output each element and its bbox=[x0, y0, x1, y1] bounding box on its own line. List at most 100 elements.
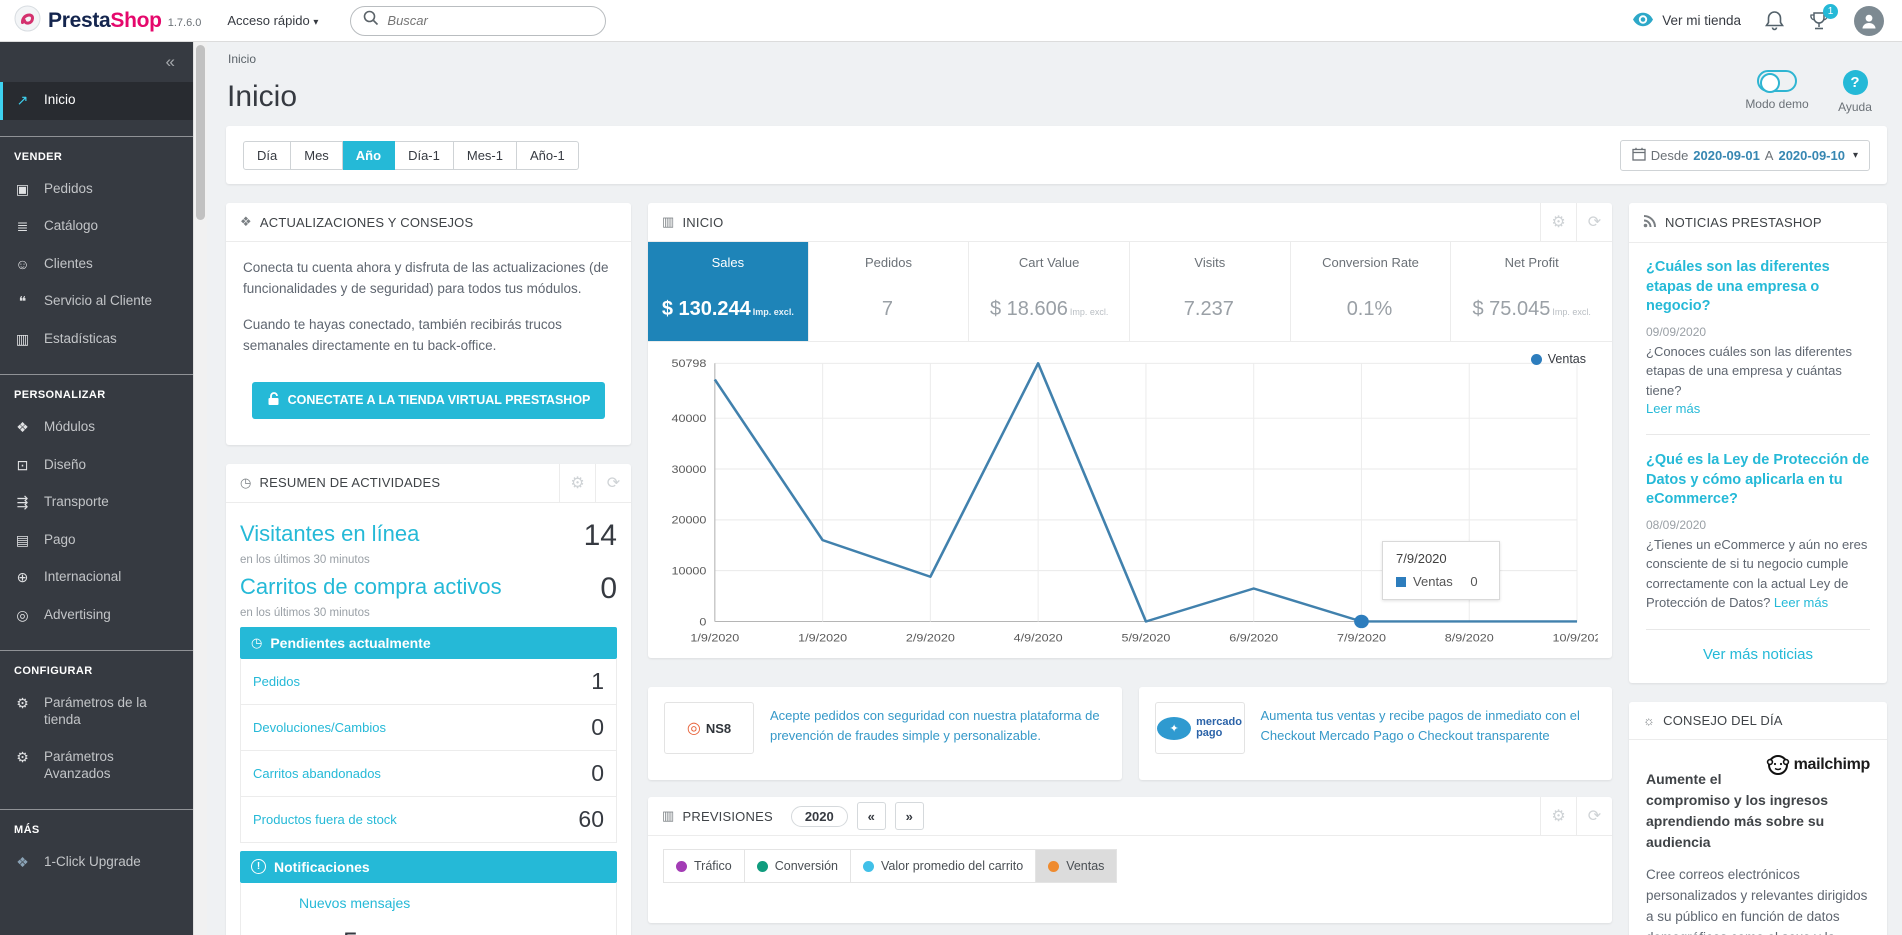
section-title: VENDER bbox=[14, 150, 63, 163]
sidebar-item-advertising[interactable]: ◎ Advertising bbox=[0, 597, 193, 635]
more-news-link[interactable]: Ver más noticias bbox=[1646, 646, 1870, 663]
svg-text:6/9/2020: 6/9/2020 bbox=[1229, 631, 1278, 644]
article-title[interactable]: ¿Qué es la Ley de Protección de Datos y … bbox=[1646, 451, 1870, 510]
sidebar-collapse-button[interactable]: « bbox=[0, 48, 193, 82]
help-button[interactable]: ? Ayuda bbox=[1823, 70, 1887, 114]
search-bar[interactable] bbox=[350, 5, 607, 36]
person-icon: ☺ bbox=[15, 255, 30, 272]
refresh-icon[interactable]: ⟳ bbox=[1576, 797, 1612, 835]
svg-text:40000: 40000 bbox=[671, 412, 706, 425]
previous-year-button[interactable]: « bbox=[856, 802, 886, 830]
sidebar-item-servicio-al-cliente[interactable]: ❝ Servicio al Cliente bbox=[0, 283, 193, 321]
sidebar-item-parametros-tienda[interactable]: ⚙ Parámetros de la tienda bbox=[0, 685, 193, 739]
activity-summary-card: ◷ RESUMEN DE ACTIVIDADES ⚙ ⟳ Visitantes e… bbox=[226, 463, 631, 935]
metric-label[interactable]: Visitantes en línea bbox=[240, 521, 419, 547]
row-link[interactable]: Productos fuera de stock bbox=[253, 812, 397, 827]
notifications-bell-button[interactable] bbox=[1765, 10, 1784, 31]
svg-text:2/9/2020: 2/9/2020 bbox=[906, 631, 955, 644]
ns8-banner-link[interactable]: Acepte pedidos con seguridad con nuestra… bbox=[770, 706, 1106, 746]
article-title[interactable]: ¿Cuáles son las diferentes etapas de una… bbox=[1646, 258, 1870, 317]
achievements-trophy-button[interactable]: 1 bbox=[1808, 3, 1838, 32]
row-value: 0 bbox=[591, 713, 604, 740]
refresh-icon[interactable]: ⟳ bbox=[595, 463, 631, 502]
search-input[interactable] bbox=[387, 13, 594, 28]
chat-bubble-icon: ❝ bbox=[18, 293, 27, 309]
kpi-tab-conversion-rate[interactable]: Conversion Rate 0.1% bbox=[1291, 242, 1452, 341]
read-more-link[interactable]: Leer más bbox=[1646, 401, 1700, 416]
refresh-icon[interactable]: ⟳ bbox=[1576, 203, 1612, 241]
monitor-icon: ⊡ bbox=[16, 456, 29, 473]
sidebar-item-catalogo[interactable]: ≣ Catálogo bbox=[0, 208, 193, 246]
sidebar-item-estadisticas[interactable]: ▥ Estadísticas bbox=[0, 321, 193, 359]
gear-icon[interactable]: ⚙ bbox=[1540, 797, 1576, 835]
sidebar-scrollbar[interactable] bbox=[193, 42, 207, 935]
sidebar-item-1-click-upgrade[interactable]: ❖ 1-Click Upgrade bbox=[0, 844, 193, 882]
ns8-logo: ◎ NS8 bbox=[664, 702, 754, 754]
sidebar-item-pago[interactable]: ▤ Pago bbox=[0, 522, 193, 560]
chart-tooltip: 7/9/2020 Ventas 0 bbox=[1382, 541, 1501, 601]
pending-row-pedidos: Pedidos 1 bbox=[241, 659, 616, 704]
gear-icon[interactable]: ⚙ bbox=[559, 463, 595, 502]
date-range-selector[interactable]: Desde 2020-09-01 A 2020-09-10 ▾ bbox=[1619, 139, 1870, 171]
svg-text:8/9/2020: 8/9/2020 bbox=[1445, 631, 1494, 644]
legend-tab-ventas[interactable]: Ventas bbox=[1036, 850, 1117, 882]
notifications-header: ! Notificaciones bbox=[240, 850, 617, 883]
rss-icon bbox=[1643, 214, 1657, 231]
forecast-legend-tabs: Tráfico Conversión Valor promedio del ca… bbox=[663, 849, 1118, 883]
section-title: MÁS bbox=[14, 823, 40, 836]
section-title: PERSONALIZAR bbox=[14, 389, 106, 401]
updates-card: ❖ ACTUALIZACIONES Y CONSEJOS Conecta tu c… bbox=[226, 203, 631, 445]
toggle-icon[interactable] bbox=[1757, 70, 1797, 93]
kpi-tab-sales[interactable]: Sales $ 130.244 Imp. excl. bbox=[648, 242, 809, 341]
kpi-tab-visits[interactable]: Visits 7.237 bbox=[1130, 242, 1291, 341]
gear-icon[interactable]: ⚙ bbox=[1540, 203, 1576, 241]
period-ano-1-button[interactable]: Año-1 bbox=[517, 140, 579, 170]
period-mes-button[interactable]: Mes bbox=[291, 140, 343, 170]
pending-row-devoluciones: Devoluciones/Cambios 0 bbox=[241, 703, 616, 750]
new-messages-link[interactable]: Nuevos mensajes bbox=[299, 895, 602, 911]
date-from: 2020-09-01 bbox=[1693, 147, 1760, 163]
period-dia-button[interactable]: Día bbox=[243, 140, 292, 170]
sidebar-item-inicio[interactable]: ↗ Inicio bbox=[0, 82, 193, 120]
tooltip-date: 7/9/2020 bbox=[1396, 551, 1447, 567]
sidebar-item-pedidos[interactable]: ▣ Pedidos bbox=[0, 171, 193, 209]
kpi-tab-net-profit[interactable]: Net Profit $ 75.045 Imp. excl. bbox=[1451, 242, 1612, 341]
legend-tab-valor-promedio[interactable]: Valor promedio del carrito bbox=[850, 850, 1037, 882]
article-excerpt: ¿Conoces cuáles son las diferentes etapa… bbox=[1646, 343, 1852, 398]
sidebar-item-parametros-avanzados[interactable]: ⚙ Parámetros Avanzados bbox=[0, 739, 193, 793]
scrollbar-thumb[interactable] bbox=[196, 45, 205, 220]
sidebar-item-internacional[interactable]: ⊕ Internacional bbox=[0, 559, 193, 597]
period-ano-button[interactable]: Año bbox=[342, 140, 396, 170]
legend-tab-trafico[interactable]: Tráfico bbox=[664, 850, 745, 882]
user-avatar[interactable] bbox=[1854, 5, 1884, 36]
store-icon: ≣ bbox=[16, 218, 29, 234]
demo-mode-toggle[interactable]: Modo demo bbox=[1745, 70, 1809, 114]
series-swatch bbox=[1396, 576, 1407, 587]
metric-label[interactable]: Carritos de compra activos bbox=[240, 574, 502, 600]
prestashop-logo[interactable]: PrestaShop bbox=[14, 5, 162, 37]
sidebar-item-diseno[interactable]: ⊡ Diseño bbox=[0, 447, 193, 485]
period-dia-1-button[interactable]: Día-1 bbox=[395, 140, 454, 170]
card-title: CONSEJO DEL DÍA bbox=[1663, 712, 1783, 728]
bar-chart-icon: ▥ bbox=[15, 330, 30, 347]
row-value: 60 bbox=[578, 805, 604, 832]
kpi-tab-cart-value[interactable]: Cart Value $ 18.606 Imp. excl. bbox=[969, 242, 1130, 341]
clock-icon: ◷ bbox=[240, 474, 252, 490]
mercado-pago-banner-link[interactable]: Aumenta tus ventas y recibe pagos de inm… bbox=[1261, 706, 1597, 746]
row-link[interactable]: Carritos abandonados bbox=[253, 766, 381, 781]
sidebar-item-transporte[interactable]: ⇶ Transporte bbox=[0, 484, 193, 522]
kpi-tab-pedidos[interactable]: Pedidos 7 bbox=[809, 242, 970, 341]
read-more-link[interactable]: Leer más bbox=[1774, 595, 1828, 610]
mailchimp-logo: mailchimp bbox=[1766, 753, 1870, 777]
row-link[interactable]: Devoluciones/Cambios bbox=[253, 720, 386, 735]
row-link[interactable]: Pedidos bbox=[253, 674, 300, 689]
next-year-button[interactable]: » bbox=[894, 802, 924, 830]
period-mes-1-button[interactable]: Mes-1 bbox=[453, 140, 517, 170]
connect-addons-button[interactable]: CONECTATE A LA TIENDA VIRTUAL PRESTASHOP bbox=[251, 381, 606, 419]
version-label: 1.7.6.0 bbox=[167, 16, 202, 29]
sidebar-item-modulos[interactable]: ❖ Módulos bbox=[0, 409, 193, 447]
quick-access-dropdown[interactable]: Acceso rápido ▾ bbox=[227, 13, 318, 28]
view-shop-link[interactable]: Ver mi tienda bbox=[1632, 12, 1741, 30]
sidebar-item-clientes[interactable]: ☺ Clientes bbox=[0, 246, 193, 284]
legend-tab-conversion[interactable]: Conversión bbox=[744, 850, 851, 882]
